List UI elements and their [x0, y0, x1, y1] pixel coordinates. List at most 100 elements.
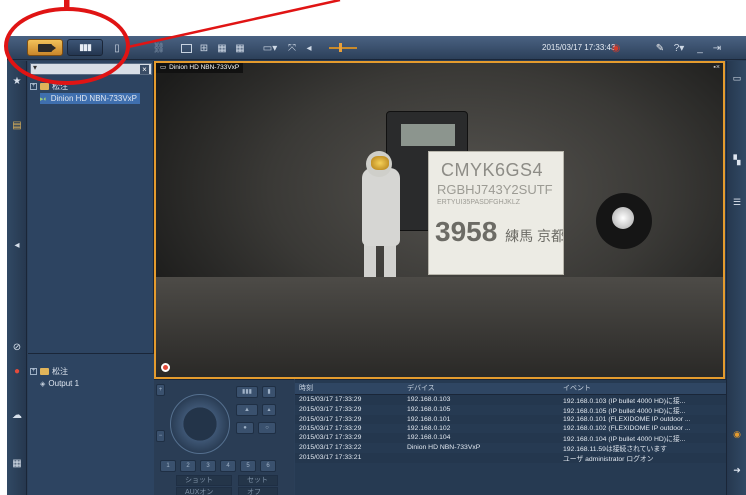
ptz-control-panel: + − ▮▮▮ ▮ ▲ ▴ ● ○ 1 2 3 4 5 6 ショット セット A… — [154, 379, 294, 495]
cell-event: ユーザ administrator ログオン — [559, 452, 726, 463]
focus-far-button[interactable]: ▲ — [236, 404, 258, 416]
fullscreen-icon[interactable]: ⤧ — [285, 40, 299, 56]
table-row[interactable]: 2015/03/17 17:33:29 192.168.0.102 192.16… — [295, 424, 726, 433]
table-row[interactable]: 2015/03/17 17:33:21 ユーザ administrator ログ… — [295, 452, 726, 463]
expand-icon[interactable]: + — [30, 83, 37, 90]
zoom-out-button[interactable]: − — [156, 430, 165, 442]
card-text: ERTYUI35PASDFGHJKLZ — [437, 199, 520, 206]
cell-time: 2015/03/17 17:33:29 — [295, 414, 403, 424]
aux-on-icon-button[interactable]: ● — [236, 422, 254, 434]
clock: 2015/03/17 17:33:43 — [542, 43, 616, 52]
tree-item-label: Dinion HD NBN-733VxP — [50, 94, 138, 103]
cell-device: Dinion HD NBN-733VxP — [407, 444, 481, 452]
help-label: ? — [673, 42, 680, 54]
layout-1x1-icon[interactable] — [179, 40, 193, 56]
aux-off-button[interactable]: オフ — [238, 487, 278, 495]
expand-icon[interactable]: + — [30, 368, 37, 375]
link-icon[interactable]: ⛓ — [153, 40, 166, 56]
iris-close-button[interactable]: ▮ — [262, 386, 276, 398]
folder-icon — [40, 83, 49, 90]
annotation-circle — [4, 7, 130, 85]
cell-time: 2015/03/17 17:33:29 — [299, 406, 362, 413]
cloud-icon[interactable]: ☁ — [11, 409, 23, 421]
column-header-time[interactable]: 時刻 — [295, 383, 403, 395]
layout-3x3-icon[interactable]: ▦ — [215, 40, 229, 56]
favorites-star-icon[interactable]: ★ — [11, 75, 23, 87]
card-plate-text: 3958 練馬 京都 品川 なにわ — [435, 216, 563, 248]
monitor-tree-panel: + 松注 ◈ Output 1 — [28, 353, 154, 495]
iris-open-button[interactable]: ▮▮▮ — [236, 386, 258, 398]
preset-5-button[interactable]: 5 — [240, 460, 256, 472]
aux-on-button[interactable]: AUXオン — [176, 487, 232, 495]
folder-icon — [40, 368, 49, 375]
preset-3-button[interactable]: 3 — [200, 460, 216, 472]
monitor-output-icon[interactable]: ● — [11, 365, 23, 377]
cell-event: 192.168.11.59は接続されています — [563, 445, 667, 453]
speaker-icon[interactable]: ◂ — [303, 40, 315, 56]
event-icon[interactable]: ◉ — [731, 427, 743, 441]
preset-4-button[interactable]: 4 — [220, 460, 236, 472]
cell-event: 192.168.0.102 (FLEXIDOME IP outdoor ... — [563, 424, 691, 432]
collapse-left-icon[interactable]: ◂ — [11, 239, 23, 251]
close-icon[interactable]: × — [140, 65, 149, 74]
alarm-icon[interactable]: ◉ — [609, 40, 623, 56]
cell-time: 2015/03/17 17:33:29 — [295, 394, 403, 405]
cell-time: 2015/03/17 17:33:21 — [295, 452, 403, 463]
video-image-pane[interactable]: CMYK6GS4 RGBHJ743Y2SUTF ERTYUI35PASDFGHJ… — [154, 61, 725, 379]
column-header-device[interactable]: デバイス — [403, 383, 559, 395]
table-row[interactable]: 2015/03/17 17:33:29 192.168.0.103 192.16… — [295, 394, 726, 405]
help-button[interactable]: ? ▾ — [671, 40, 687, 56]
minimize-button[interactable]: _ — [695, 40, 705, 56]
cell-time: 2015/03/17 17:33:29 — [299, 424, 362, 432]
preset-2-button[interactable]: 2 — [180, 460, 196, 472]
logical-tree-icon[interactable]: ▤ — [11, 119, 23, 131]
aux-off-icon-button[interactable]: ○ — [258, 422, 276, 434]
preset-shot-button[interactable]: ショット — [176, 475, 232, 486]
focus-near-button[interactable]: ▴ — [262, 404, 276, 416]
video-title-bar: ▭ Dinion HD NBN-733VxP — [156, 63, 244, 73]
record-icon[interactable] — [161, 363, 170, 372]
table-row[interactable]: 2015/03/17 17:33:29 192.168.0.105 192.16… — [295, 405, 726, 415]
cell-event: 192.168.0.104 (IP bullet 4000 HD)に接... — [559, 432, 726, 443]
table-row[interactable]: 2015/03/17 17:33:22 Dinion HD NBN-733VxP… — [295, 443, 726, 453]
volume-slider-thumb[interactable] — [339, 43, 342, 52]
tree-item-output[interactable]: ◈ Output 1 — [40, 378, 79, 389]
list-icon[interactable]: ☰ — [731, 195, 743, 209]
exit-icon[interactable]: ⇥ — [711, 40, 723, 56]
tree-item-camera[interactable]: ▸◐ Dinion HD NBN-733VxP — [40, 93, 141, 104]
arrow-icon[interactable]: ➜ — [731, 463, 743, 477]
zoom-in-button[interactable]: + — [156, 384, 165, 396]
preset-6-button[interactable]: 6 — [260, 460, 276, 472]
link-icon[interactable]: ⊘ — [11, 341, 23, 353]
preset-set-button[interactable]: セット — [238, 475, 278, 486]
tree-item-root[interactable]: + 松注 — [30, 366, 68, 377]
cell-device: 192.168.0.105 — [407, 406, 451, 413]
export-icon[interactable]: ➥ — [731, 491, 743, 495]
video-title: Dinion HD NBN-733VxP — [169, 64, 240, 71]
layout-2x2-icon[interactable]: ⊞ — [197, 40, 211, 56]
camera-status-icon: ▸◐ — [40, 95, 48, 103]
cell-time: 2015/03/17 17:33:29 — [295, 432, 403, 443]
right-rail: ▭ ▚ ☰ ◉ ➜ ➥ — [726, 61, 746, 495]
cell-time: 2015/03/17 17:33:22 — [299, 444, 362, 452]
image-pane-icon[interactable]: ▭ — [731, 71, 743, 85]
cell-device — [403, 452, 559, 463]
bookmark-icon[interactable]: ▚ — [731, 153, 743, 167]
close-icon[interactable]: ▪× — [713, 64, 720, 71]
table-row[interactable]: 2015/03/17 17:33:29 192.168.0.104 192.16… — [295, 432, 726, 443]
map-icon[interactable]: ▦ — [11, 457, 23, 469]
left-rail: ★ ▤ ◂ ⊘ ● ☁ ▦ — [7, 61, 27, 495]
logoff-icon[interactable]: ✎ — [653, 40, 667, 56]
column-header-event[interactable]: イベント — [559, 383, 726, 395]
table-header-row: 時刻 デバイス イベント — [295, 383, 726, 395]
ptz-joystick[interactable] — [170, 394, 230, 454]
layout-4x4-icon[interactable]: ▦ — [233, 40, 247, 56]
cell-event: 192.168.0.103 (IP bullet 4000 HD)に接... — [559, 394, 726, 405]
layout-menu-icon[interactable]: ▭▾ — [261, 40, 279, 56]
preset-1-button[interactable]: 1 — [160, 460, 176, 472]
event-log-panel: 時刻 デバイス イベント 2015/03/17 17:33:29 192.168… — [295, 379, 726, 495]
table-row[interactable]: 2015/03/17 17:33:29 192.168.0.101 192.16… — [295, 414, 726, 424]
volume-slider[interactable] — [329, 47, 357, 49]
cell-event: 192.168.0.105 (IP bullet 4000 HD)に接... — [563, 407, 686, 415]
event-log-table: 時刻 デバイス イベント 2015/03/17 17:33:29 192.168… — [295, 383, 726, 463]
